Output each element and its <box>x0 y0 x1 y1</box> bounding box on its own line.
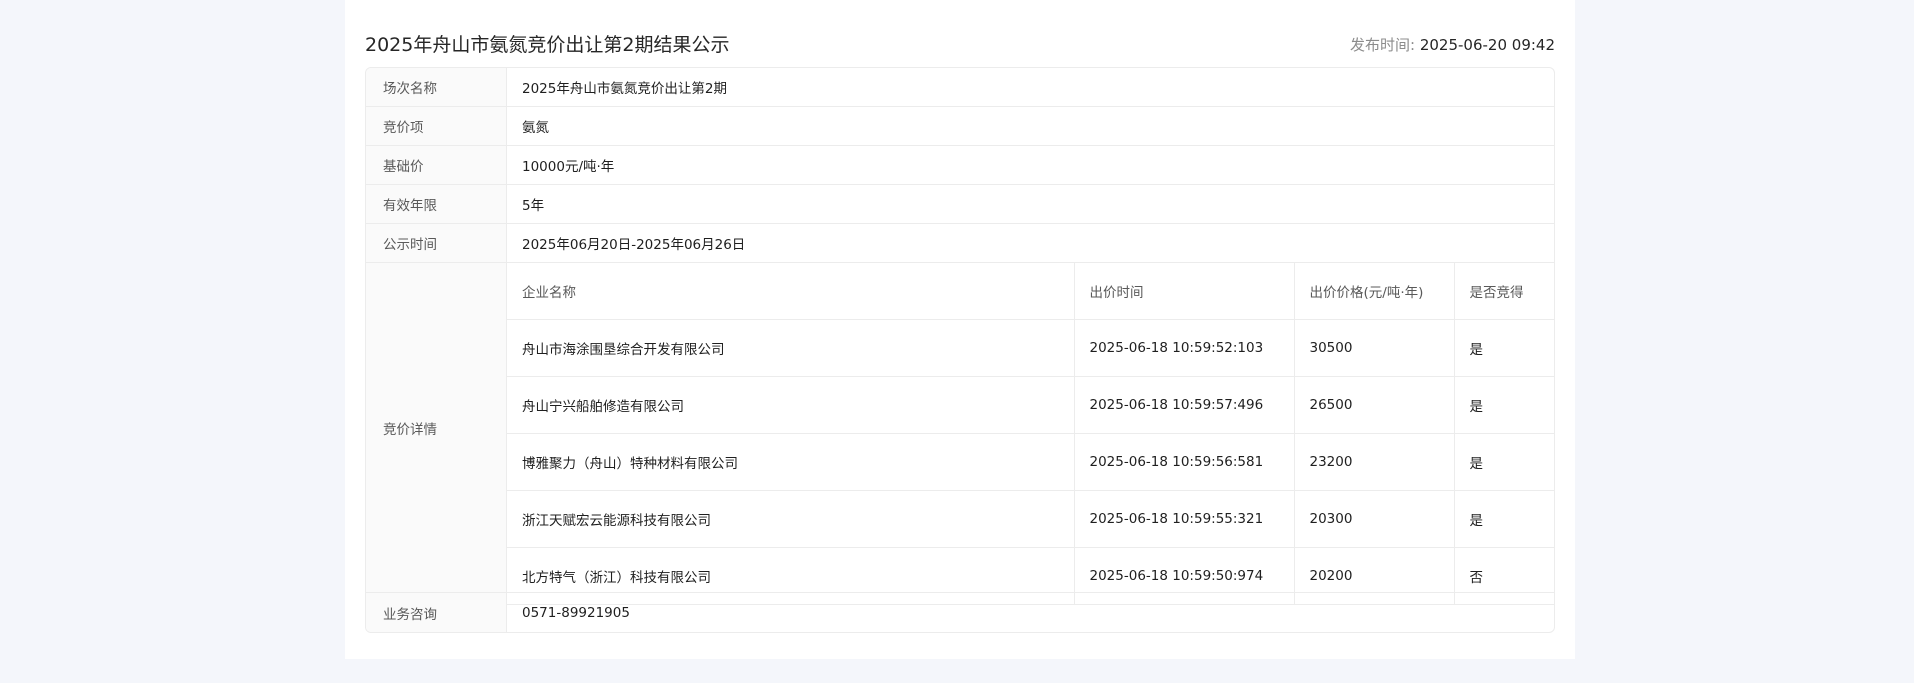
bid-time: 2025-06-18 10:59:56:581 <box>1074 433 1295 491</box>
consult-value: 0571-89921905 <box>522 604 630 621</box>
notice-time-value: 2025年06月20日-2025年06月26日 <box>522 237 746 253</box>
base-price-label: 基础价 <box>366 146 507 184</box>
bid-details-value: 企业名称 出价时间 出价价格(元/吨·年) 是否竞得 舟山市海涂围垦综合开发有限… <box>507 263 1554 605</box>
table-row: 舟山宁兴船舶修造有限公司 2025-06-18 10:59:57:496 265… <box>507 376 1554 434</box>
consult-label: 业务咨询 <box>366 593 507 632</box>
row-consult: 业务咨询 0571-89921905 <box>366 593 1554 632</box>
company-name: 浙江天赋宏云能源科技有限公司 <box>507 490 1075 548</box>
table-row: 舟山市海涂围垦综合开发有限公司 2025-06-18 10:59:52:103 … <box>507 319 1554 377</box>
session-label: 场次名称 <box>366 68 507 106</box>
result-card: 2025年舟山市氨氮竞价出让第2期结果公示 发布时间: 2025-06-20 0… <box>345 0 1575 659</box>
base-price-value: 10000元/吨·年 <box>522 159 615 175</box>
row-notice-time: 公示时间 2025年06月20日-2025年06月26日 <box>366 224 1554 263</box>
won-status: 是 <box>1454 376 1554 434</box>
won-status: 是 <box>1454 433 1554 491</box>
won-status: 是 <box>1454 319 1554 377</box>
bid-time: 2025-06-18 10:59:57:496 <box>1074 376 1295 434</box>
publish-time: 发布时间: 2025-06-20 09:42 <box>1350 34 1555 55</box>
validity-value: 5年 <box>522 198 545 214</box>
row-session: 场次名称 2025年舟山市氨氮竞价出让第2期 <box>366 68 1554 107</box>
item-value: 氨氮 <box>522 120 549 136</box>
col-bid-price: 出价价格(元/吨·年) <box>1294 263 1455 320</box>
info-table: 场次名称 2025年舟山市氨氮竞价出让第2期 竞价项 氨氮 基础价 10000元… <box>365 67 1555 633</box>
session-value: 2025年舟山市氨氮竞价出让第2期 <box>522 81 727 97</box>
table-row: 博雅聚力（舟山）特种材料有限公司 2025-06-18 10:59:56:581… <box>507 433 1554 491</box>
validity-label: 有效年限 <box>366 185 507 223</box>
bid-details-label: 竞价详情 <box>366 263 507 592</box>
table-row: 浙江天赋宏云能源科技有限公司 2025-06-18 10:59:55:321 2… <box>507 490 1554 548</box>
row-base-price: 基础价 10000元/吨·年 <box>366 146 1554 185</box>
bid-time: 2025-06-18 10:59:55:321 <box>1074 490 1295 548</box>
company-name: 博雅聚力（舟山）特种材料有限公司 <box>507 433 1075 491</box>
bid-price: 26500 <box>1294 376 1455 434</box>
row-bid-details: 竞价详情 企业名称 出价时间 出价价格(元/吨·年) 是否竞得 舟山市海涂围垦综… <box>366 263 1554 605</box>
bid-table: 企业名称 出价时间 出价价格(元/吨·年) 是否竞得 舟山市海涂围垦综合开发有限… <box>507 263 1554 605</box>
publish-time-label: 发布时间: <box>1349 36 1416 54</box>
row-validity: 有效年限 5年 <box>366 185 1554 224</box>
page-title: 2025年舟山市氨氮竞价出让第2期结果公示 <box>365 34 730 56</box>
col-company: 企业名称 <box>507 263 1075 320</box>
item-label: 竞价项 <box>366 107 507 145</box>
bid-price: 23200 <box>1294 433 1455 491</box>
company-name: 舟山市海涂围垦综合开发有限公司 <box>507 319 1075 377</box>
bid-time: 2025-06-18 10:59:52:103 <box>1074 319 1295 377</box>
publish-time-value: 2025-06-20 09:42 <box>1419 36 1555 54</box>
notice-time-label: 公示时间 <box>366 224 507 262</box>
bid-price: 30500 <box>1294 319 1455 377</box>
col-bid-time: 出价时间 <box>1074 263 1295 320</box>
col-won: 是否竞得 <box>1454 263 1554 320</box>
page-header: 2025年舟山市氨氮竞价出让第2期结果公示 发布时间: 2025-06-20 0… <box>365 28 1555 58</box>
won-status: 是 <box>1454 490 1554 548</box>
row-item: 竞价项 氨氮 <box>366 107 1554 146</box>
company-name: 舟山宁兴船舶修造有限公司 <box>507 376 1075 434</box>
bid-table-header: 企业名称 出价时间 出价价格(元/吨·年) 是否竞得 <box>507 263 1554 320</box>
bid-price: 20300 <box>1294 490 1455 548</box>
